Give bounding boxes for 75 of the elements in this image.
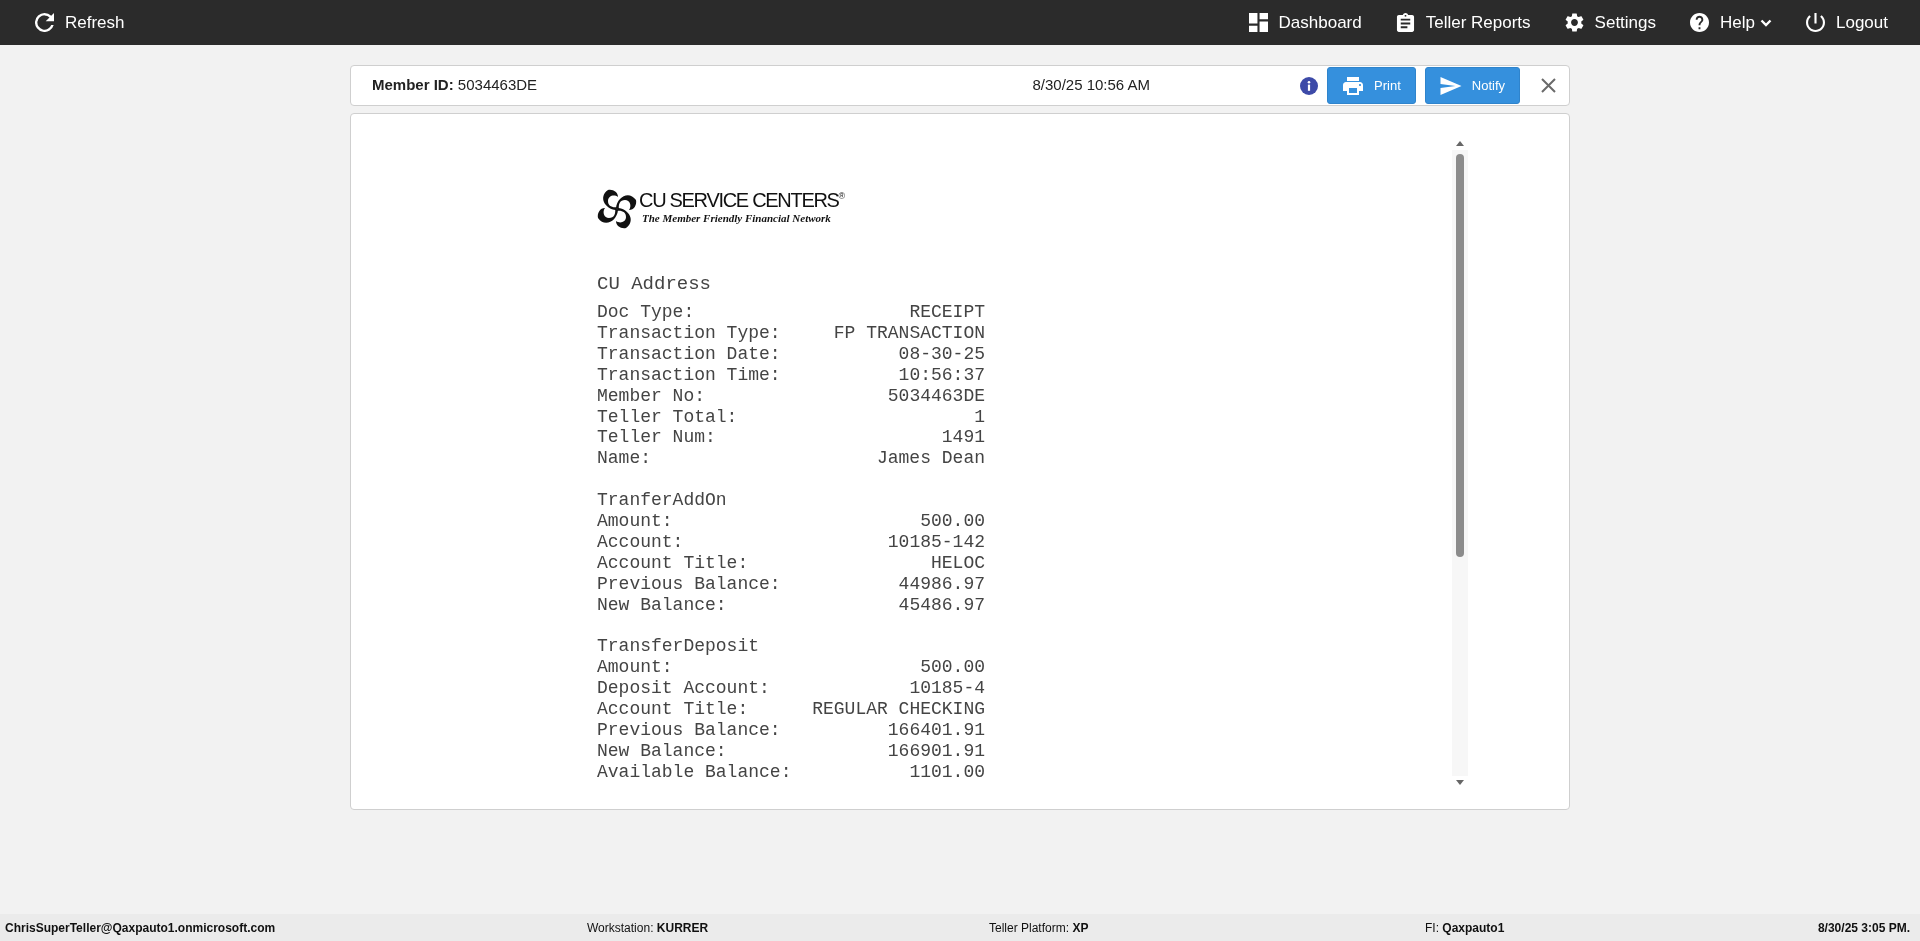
receipt-label: New Balance: [597, 594, 727, 616]
logout-button[interactable]: Logout [1806, 13, 1888, 32]
receipt-label: New Balance: [597, 741, 727, 762]
settings-link[interactable]: Settings [1564, 13, 1657, 32]
receipt-value: 45486.97 [898, 594, 985, 616]
receipt-value: 10185-142 [887, 531, 985, 553]
receipt-label: Transaction Type: [597, 322, 781, 344]
receipt-value: James Dean [876, 448, 985, 470]
receipt-label: Name: [597, 448, 651, 470]
receipt-value: 10:56:37 [898, 364, 985, 386]
receipt-value: HELOC [931, 552, 985, 574]
status-label: Teller Platform: [989, 919, 1070, 937]
reports-link[interactable]: Teller Reports [1395, 13, 1531, 32]
scrollbar-thumb[interactable] [1456, 154, 1464, 557]
status-value: KURRER [656, 919, 709, 937]
receipt-label: Previous Balance: [597, 573, 781, 595]
address-heading: CU Address [597, 272, 712, 296]
receipt-label: Transaction Date: [597, 343, 781, 365]
printer-icon [1342, 76, 1365, 95]
send-icon [1439, 76, 1462, 95]
section-title: TransferDeposit [597, 636, 760, 658]
close-icon [1540, 78, 1556, 93]
section-title: TranferAddOn [597, 490, 727, 512]
refresh-icon [35, 13, 54, 32]
receipt-label: Doc Type: [597, 302, 695, 323]
receipt-value: 500.00 [920, 657, 985, 679]
status-label: FI: [1425, 919, 1439, 937]
status-label: Workstation: [587, 919, 654, 937]
receipt-label: Member No: [597, 385, 706, 407]
info-icon[interactable] [1300, 76, 1319, 95]
receipt-label: Account: [597, 531, 684, 553]
status-value: 8/30/25 3:05 PM. [1817, 919, 1910, 937]
receipt-value: 44986.97 [898, 573, 985, 595]
status-value: XP [1072, 919, 1089, 937]
member-id-value: 5034463DE [457, 76, 538, 94]
receipt-value: REGULAR CHECKING [812, 699, 985, 721]
logo-tagline: The Member Friendly Financial Network [642, 212, 832, 225]
clipboard-icon [1395, 13, 1415, 32]
receipt-label: Teller Total: [597, 406, 738, 428]
receipt-label: Teller Num: [597, 427, 716, 449]
receipt-label: Amount: [597, 657, 673, 679]
receipt-value: RECEIPT [909, 302, 985, 323]
receipt-value: FP TRANSACTION [833, 322, 985, 344]
logo-swirl-icon [597, 189, 637, 229]
logo-wordmark: CU SERVICE CENTERS$^{®}$ [639, 189, 846, 211]
help-menu-button[interactable]: Help [1690, 13, 1772, 32]
receipt-value: 08-30-25 [898, 343, 985, 365]
date-time-text: 8/30/25 10:56 AM [1032, 75, 1151, 96]
scroll-up-icon[interactable] [1456, 141, 1464, 146]
status-value: ChrisSuperTeller@Qaxpauto1.onmicrosoft.com [5, 919, 276, 937]
power-icon [1806, 13, 1825, 32]
refresh-button[interactable]: Refresh [35, 13, 125, 32]
receipt-value: 500.00 [920, 511, 985, 532]
receipt-label: Account Title: [597, 552, 749, 574]
dashboard-icon [1248, 13, 1268, 32]
member-id-label: Member ID: [372, 76, 454, 94]
receipt-label: Available Balance: [597, 761, 792, 783]
receipt-label: Deposit Account: [597, 678, 770, 700]
help-icon [1690, 13, 1710, 32]
receipt-label: Account Title: [597, 699, 749, 721]
receipt-value: 1 [974, 406, 985, 428]
scroll-down-icon[interactable] [1456, 780, 1464, 785]
receipt-value: 1491 [941, 427, 985, 449]
receipt-label: Previous Balance: [597, 720, 781, 741]
scrollbar-track[interactable] [1452, 150, 1468, 776]
receipt-label: Amount: [597, 511, 673, 532]
dashboard-link[interactable]: Dashboard [1248, 13, 1362, 32]
receipt-value: 10185-4 [909, 678, 985, 700]
status-value: Qaxpauto1 [1442, 919, 1505, 937]
settings-icon [1564, 13, 1584, 32]
receipt-value: 1101.00 [909, 761, 985, 783]
receipt-value: 166901.91 [887, 741, 985, 762]
receipt-value: 5034463DE [887, 385, 985, 407]
receipt-value: 166401.91 [887, 720, 985, 741]
receipt-label: Transaction Time: [597, 364, 781, 386]
